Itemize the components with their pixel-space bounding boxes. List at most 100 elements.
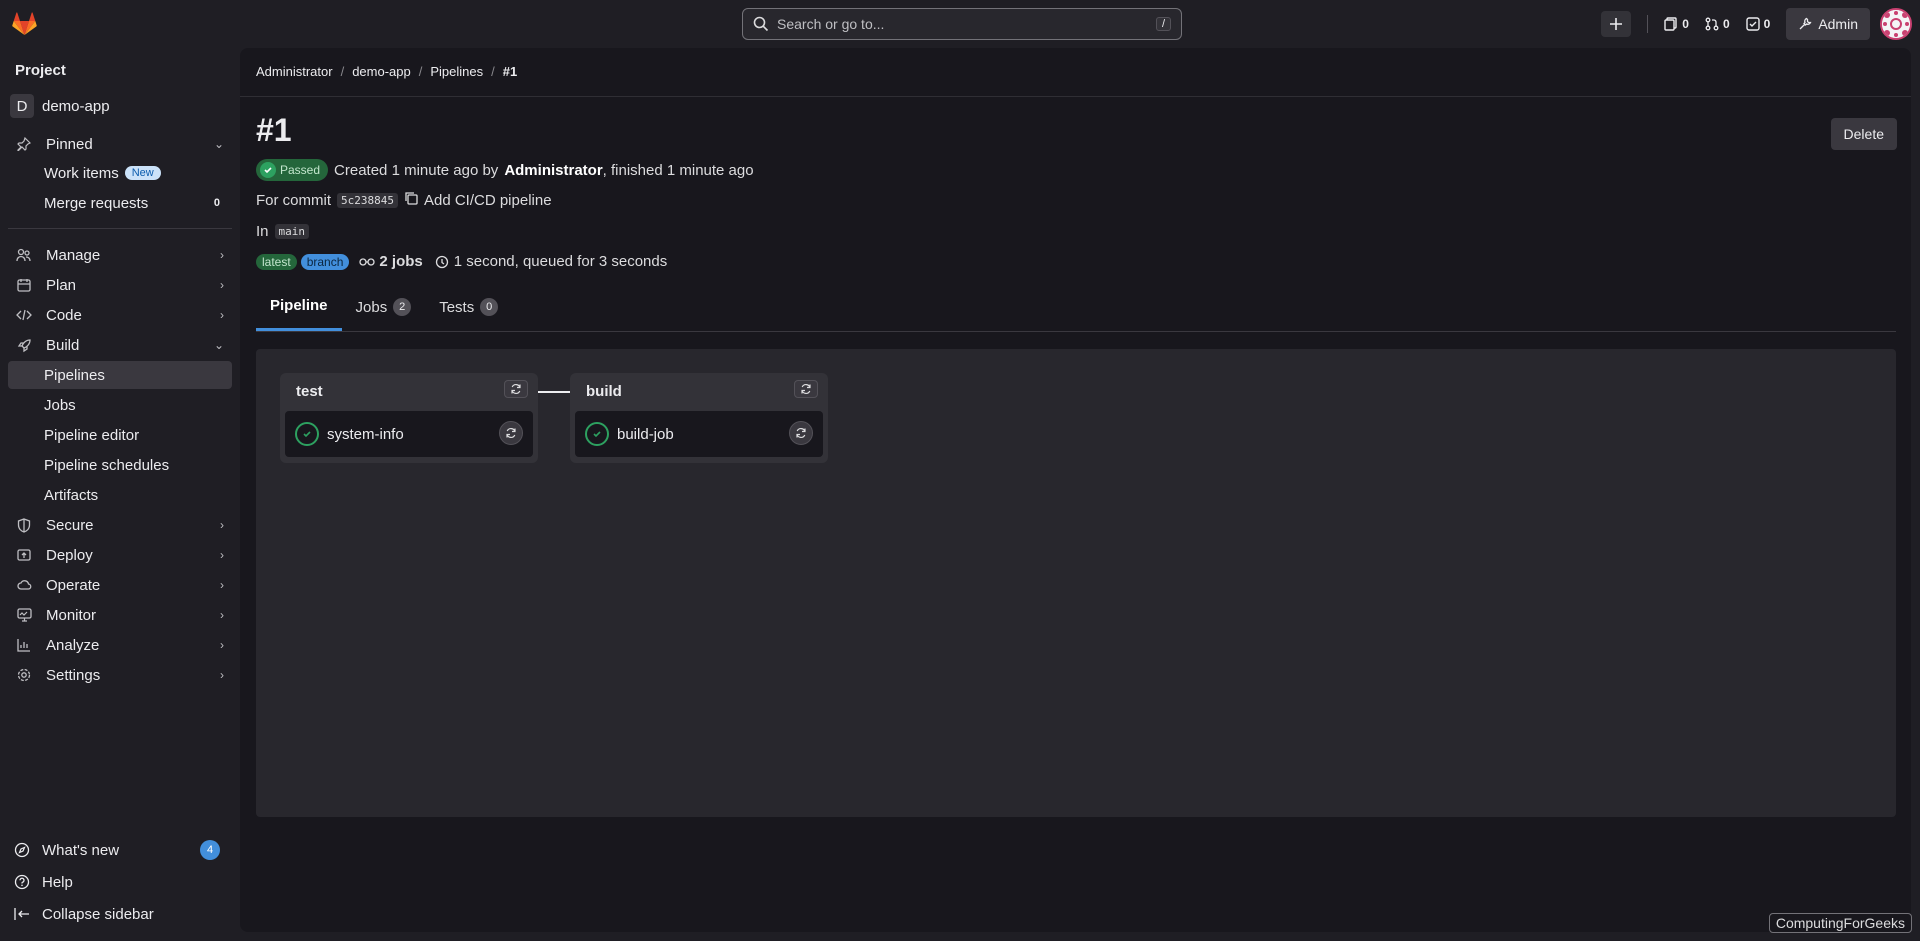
duration: 1 second, queued for 3 seconds [435, 253, 668, 270]
deploy-icon [14, 548, 34, 562]
sidebar-item-label: Code [46, 306, 82, 324]
page-title: #1 [256, 112, 292, 148]
sidebar-item-analyze[interactable]: Analyze › [8, 631, 232, 659]
commit-sha[interactable]: 5c238845 [337, 192, 398, 208]
sidebar-item-monitor[interactable]: Monitor › [8, 601, 232, 629]
wrench-icon [1799, 17, 1812, 30]
tab-count: 0 [480, 298, 499, 316]
breadcrumb-item[interactable]: demo-app [352, 64, 411, 79]
collapse-sidebar-button[interactable]: Collapse sidebar [8, 900, 232, 928]
chevron-right-icon: › [220, 638, 224, 652]
whats-new-label: What's new [42, 841, 120, 859]
tab-jobs[interactable]: Jobs 2 [342, 283, 426, 331]
admin-button[interactable]: Admin [1786, 8, 1870, 40]
check-icon [260, 162, 276, 178]
chevron-down-icon: ⌄ [213, 137, 224, 151]
chevron-right-icon: › [220, 518, 224, 532]
watermark: ComputingForGeeks [1768, 913, 1912, 933]
retry-job-button[interactable] [499, 421, 523, 445]
sidebar-item-secure[interactable]: Secure › [8, 511, 232, 539]
sidebar-item-settings[interactable]: Settings › [8, 661, 232, 689]
tab-tests[interactable]: Tests 0 [425, 283, 512, 331]
duration-label: 1 second, queued for 3 seconds [453, 253, 668, 270]
sidebar-item-deploy[interactable]: Deploy › [8, 541, 232, 569]
sidebar-item-code[interactable]: Code › [8, 301, 232, 329]
breadcrumb-current[interactable]: #1 [503, 64, 517, 79]
sidebar-item-merge-requests[interactable]: Merge requests 0 [8, 189, 232, 217]
retry-icon [506, 427, 516, 439]
chevron-down-icon: ⌄ [213, 338, 224, 352]
tab-pipeline[interactable]: Pipeline [256, 283, 342, 331]
help-button[interactable]: Help [8, 868, 232, 896]
todos-button[interactable]: 0 [1740, 9, 1777, 39]
jobs-summary[interactable]: 2 jobs [359, 253, 423, 270]
search-input[interactable]: Search or go to... / [742, 8, 1182, 40]
sidebar-item-label: Pipeline schedules [44, 456, 170, 474]
breadcrumb-item[interactable]: Administrator [256, 64, 333, 79]
pipeline-tags-line: latest branch 2 jobs 1 second, queued fo… [256, 253, 667, 270]
commit-message[interactable]: Add CI/CD pipeline [424, 192, 552, 209]
retry-job-button[interactable] [789, 421, 813, 445]
breadcrumb-divider [240, 96, 1911, 97]
chevron-right-icon: › [220, 578, 224, 592]
sidebar-item-pinned[interactable]: Pinned ⌄ [8, 130, 232, 158]
left-sidebar: Project D demo-app Pinned ⌄ Work items N… [0, 48, 240, 941]
project-avatar: D [10, 94, 34, 118]
gitlab-logo-icon[interactable] [12, 12, 37, 36]
pin-icon [14, 137, 34, 151]
merge-requests-button[interactable]: 0 [1699, 9, 1736, 39]
job-card[interactable]: build-job [575, 411, 823, 457]
breadcrumb-item[interactable]: Pipelines [430, 64, 483, 79]
created-text: Created 1 minute ago by [334, 161, 499, 179]
collapse-sidebar-label: Collapse sidebar [42, 905, 154, 923]
compass-icon [12, 842, 32, 858]
chevron-right-icon: › [220, 308, 224, 322]
sidebar-item-label: Artifacts [44, 486, 99, 504]
breadcrumb: Administrator / demo-app / Pipelines / #… [256, 64, 517, 79]
branch-name[interactable]: main [274, 224, 310, 239]
sidebar-item-plan[interactable]: Plan › [8, 271, 232, 299]
sidebar-item-work-items[interactable]: Work items New [8, 159, 232, 187]
search-shortcut: / [1155, 17, 1171, 31]
job-card[interactable]: system-info [285, 411, 533, 457]
tab-label: Tests [439, 298, 475, 316]
pipeline-icon [359, 257, 376, 266]
status-badge[interactable]: Passed [256, 159, 329, 181]
copy-icon[interactable] [404, 191, 418, 209]
whats-new-button[interactable]: What's new 4 [8, 836, 232, 864]
sidebar-item-manage[interactable]: Manage › [8, 241, 232, 269]
sidebar-item-label: Pinned [46, 135, 93, 153]
stage-column-build: build build-job [570, 373, 828, 463]
delete-button[interactable]: Delete [1830, 118, 1897, 150]
user-avatar[interactable] [1880, 8, 1912, 40]
retry-stage-button[interactable] [504, 380, 528, 398]
sidebar-item-build[interactable]: Build ⌄ [8, 331, 232, 359]
rocket-icon [14, 338, 34, 353]
search-placeholder: Search or go to... [777, 16, 885, 32]
issues-count: 0 [1682, 17, 1689, 31]
create-new-button[interactable] [1601, 11, 1632, 37]
sidebar-item-pipeline-editor[interactable]: Pipeline editor [8, 421, 232, 449]
sidebar-item-label: Jobs [44, 396, 76, 414]
sidebar-item-pipelines[interactable]: Pipelines [8, 361, 232, 389]
sidebar-item-artifacts[interactable]: Artifacts [8, 481, 232, 509]
sidebar-item-pipeline-schedules[interactable]: Pipeline schedules [8, 451, 232, 479]
chevron-right-icon: › [220, 248, 224, 262]
sidebar-item-operate[interactable]: Operate › [8, 571, 232, 599]
whats-new-count: 4 [200, 840, 220, 860]
stage-column-test: test system-info [280, 373, 538, 463]
retry-stage-button[interactable] [794, 380, 818, 398]
cloud-gear-icon [14, 578, 34, 592]
job-name: build-job [617, 425, 674, 443]
issues-button[interactable]: 0 [1658, 9, 1695, 39]
job-name: system-info [327, 425, 404, 443]
tab-label: Pipeline [270, 297, 328, 314]
retry-icon [796, 427, 806, 439]
sidebar-item-jobs[interactable]: Jobs [8, 391, 232, 419]
success-status-icon [295, 422, 319, 446]
author-link[interactable]: Administrator [504, 162, 602, 179]
branch-line: In main [256, 223, 310, 240]
project-link[interactable]: D demo-app [10, 94, 110, 118]
stage-name: build [586, 383, 622, 400]
chart-icon [14, 638, 34, 652]
